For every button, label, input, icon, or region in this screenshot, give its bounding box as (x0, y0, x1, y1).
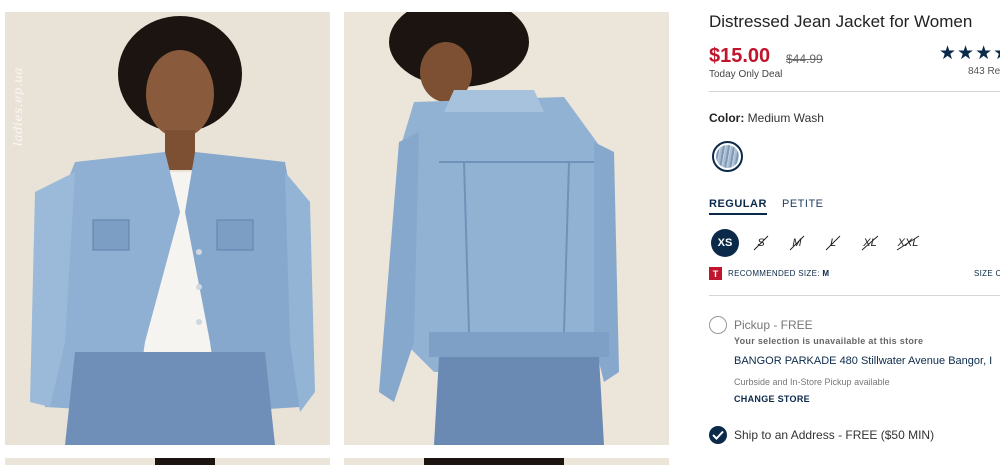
product-image-thumb-4[interactable] (344, 458, 669, 465)
original-price: $44.99 (786, 52, 823, 66)
color-label-key: Color: (709, 111, 745, 125)
swatch-fill (716, 145, 739, 168)
store-address: 480 Stillwater Avenue Bangor, I (839, 355, 993, 367)
product-image-back[interactable] (344, 12, 669, 445)
front-photo-graphic (5, 12, 330, 445)
pickup-radio[interactable] (709, 316, 727, 334)
color-swatch-medium-wash[interactable] (712, 141, 743, 172)
ship-label: Ship to an Address - FREE ($50 MIN) (734, 428, 935, 442)
unavailable-strike-icon (789, 235, 805, 251)
back-photo-graphic (344, 12, 669, 445)
recommended-size-label: RECOMMENDED SIZE: (728, 269, 820, 278)
tab-petite[interactable]: PETITE (782, 198, 824, 210)
change-store-link[interactable]: CHANGE STORE (734, 394, 810, 404)
divider (709, 91, 1000, 92)
size-option-m[interactable]: M (783, 229, 811, 257)
size-option-xs[interactable]: XS (711, 229, 739, 257)
product-image-front[interactable]: ladies.ep.ua (5, 12, 330, 445)
unavailable-strike-icon (753, 235, 769, 251)
pickup-label: Pickup - FREE (734, 318, 813, 332)
color-label: Color: Medium Wash (709, 111, 824, 125)
tab-regular[interactable]: REGULAR (709, 198, 767, 215)
recommended-size[interactable]: RECOMMENDED SIZE: M (728, 269, 829, 278)
unavailable-strike-icon (825, 235, 841, 251)
store-name: BANGOR PARKADE (734, 355, 837, 367)
watermark-text: ladies.ep.ua (11, 66, 25, 146)
true-fit-icon: T (709, 267, 722, 280)
deal-label: Today Only Deal (709, 69, 783, 80)
size-option-xl[interactable]: XL (856, 229, 884, 257)
color-value: Medium Wash (747, 111, 824, 125)
size-option-xxl[interactable]: XXL (892, 229, 924, 257)
checkmark-icon (712, 430, 724, 440)
ship-radio[interactable] (709, 426, 727, 444)
size-option-l[interactable]: L (819, 229, 847, 257)
size-option-s[interactable]: S (747, 229, 775, 257)
size-chart-link[interactable]: SIZE C (974, 269, 1000, 278)
thumb-3-graphic (5, 458, 330, 465)
store-info: BANGOR PARKADE 480 Stillwater Avenue Ban… (734, 355, 992, 367)
rating-stars-icon[interactable]: ★★★★ (939, 42, 1000, 65)
product-title: Distressed Jean Jacket for Women (709, 12, 973, 31)
curbside-note: Curbside and In-Store Pickup available (734, 377, 890, 387)
unavailable-strike-icon (861, 235, 879, 251)
thumb-4-graphic (344, 458, 669, 465)
product-image-thumb-3[interactable] (5, 458, 330, 465)
product-info-panel: Distressed Jean Jacket for Women $15.00 … (709, 0, 1000, 465)
sale-price: $15.00 (709, 45, 771, 67)
unavailable-message: Your selection is unavailable at this st… (734, 336, 924, 346)
unavailable-strike-icon (896, 235, 920, 251)
review-count-link[interactable]: 843 Re (968, 66, 1000, 77)
recommended-size-value: M (822, 269, 830, 278)
divider (709, 295, 1000, 296)
